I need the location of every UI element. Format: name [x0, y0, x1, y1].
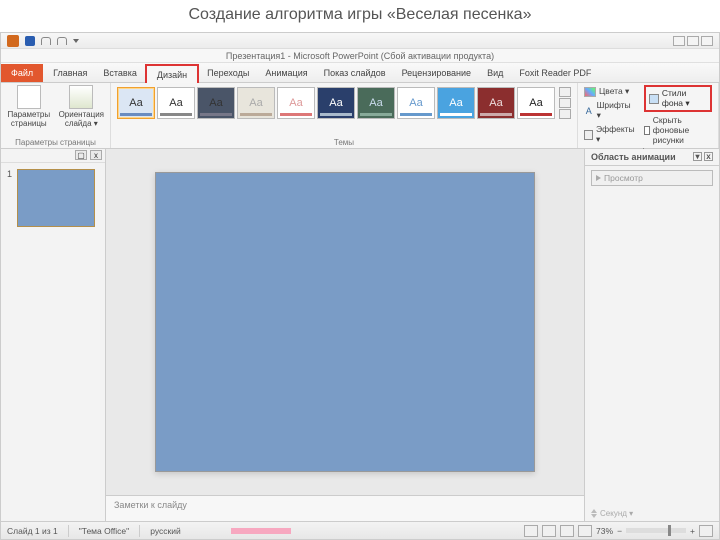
- tab-slideshow[interactable]: Показ слайдов: [316, 64, 394, 82]
- tab-review[interactable]: Рецензирование: [394, 64, 480, 82]
- tab-insert[interactable]: Вставка: [95, 64, 144, 82]
- status-theme: "Тема Office": [79, 526, 129, 536]
- colors-button[interactable]: Цвета ▾: [584, 85, 636, 98]
- ribbon-group-background: Цвета ▾ AШрифты ▾ Эффекты ▾ Стили фона ▾…: [578, 83, 719, 148]
- theme-thumb-6[interactable]: Aa: [357, 87, 395, 119]
- view-slideshow-button[interactable]: [578, 525, 592, 537]
- themes-scroll-down[interactable]: [559, 98, 571, 108]
- thumbs-tab-outline[interactable]: ▢: [75, 150, 87, 160]
- editor-area: Заметки к слайду: [106, 149, 584, 521]
- view-normal-button[interactable]: [524, 525, 538, 537]
- slide-thumbnails-pane: ▢ x 1: [1, 149, 106, 521]
- background-styles-button[interactable]: Стили фона ▾: [644, 85, 712, 112]
- view-reading-button[interactable]: [560, 525, 574, 537]
- zoom-in-button[interactable]: +: [690, 526, 695, 536]
- slide-orientation-button[interactable]: Ориентация слайда ▾: [59, 85, 104, 129]
- ribbon-tabs: Файл Главная Вставка Дизайн Переходы Ани…: [1, 63, 719, 83]
- slide-thumbnail-1[interactable]: 1: [7, 169, 99, 227]
- view-sorter-button[interactable]: [542, 525, 556, 537]
- orientation-icon: [69, 85, 93, 109]
- file-tab[interactable]: Файл: [1, 64, 43, 82]
- animation-pane-title: Область анимации: [591, 152, 676, 162]
- theme-thumb-2[interactable]: Aa: [197, 87, 235, 119]
- zoom-slider[interactable]: [626, 528, 686, 533]
- animation-preview-button[interactable]: Просмотр: [591, 170, 713, 186]
- animation-pane-dropdown[interactable]: ▾: [693, 152, 702, 161]
- slide-number: 1: [7, 169, 13, 227]
- fit-to-window-button[interactable]: [699, 525, 713, 537]
- status-slide-count: Слайд 1 из 1: [7, 526, 58, 536]
- effects-icon: [584, 130, 593, 140]
- undo-icon[interactable]: [41, 37, 51, 45]
- theme-thumb-4[interactable]: Aa: [277, 87, 315, 119]
- powerpoint-icon: [7, 35, 19, 47]
- ribbon-group-themes: AaAaAaAaAaAaAaAaAaAaAa Темы: [111, 83, 578, 148]
- theme-thumb-3[interactable]: Aa: [237, 87, 275, 119]
- group-label-themes: Темы: [117, 137, 571, 148]
- checkbox-icon: [644, 126, 650, 135]
- theme-thumb-5[interactable]: Aa: [317, 87, 355, 119]
- colors-icon: [584, 87, 596, 97]
- maximize-button[interactable]: [687, 36, 699, 46]
- ribbon: Параметры страницы Ориентация слайда ▾ П…: [1, 83, 719, 149]
- status-accent-bar: [231, 528, 291, 534]
- status-language[interactable]: русский: [150, 526, 181, 536]
- zoom-out-button[interactable]: −: [617, 526, 622, 536]
- theme-thumb-0[interactable]: Aa: [117, 87, 155, 119]
- theme-thumb-9[interactable]: Aa: [477, 87, 515, 119]
- page-setup-button[interactable]: Параметры страницы: [7, 85, 51, 129]
- tab-home[interactable]: Главная: [45, 64, 95, 82]
- page-heading: Создание алгоритма игры «Веселая песенка…: [0, 0, 720, 32]
- thumbs-close-button[interactable]: x: [90, 150, 102, 160]
- save-icon[interactable]: [25, 36, 35, 46]
- fonts-icon: A: [584, 106, 594, 116]
- tab-animation[interactable]: Анимация: [257, 64, 315, 82]
- themes-scroll-up[interactable]: [559, 87, 571, 97]
- animation-seconds[interactable]: Секунд ▾: [600, 509, 633, 518]
- zoom-percent[interactable]: 73%: [596, 526, 613, 536]
- group-label-page: Параметры страницы: [7, 137, 104, 148]
- slide-thumb-preview: [17, 169, 95, 227]
- app-window: Презентация1 - Microsoft PowerPoint (Сбо…: [0, 32, 720, 540]
- current-slide[interactable]: [155, 172, 535, 472]
- hide-bg-graphics-checkbox[interactable]: Скрыть фоновые рисунки: [644, 114, 712, 146]
- ribbon-group-page-setup: Параметры страницы Ориентация слайда ▾ П…: [1, 83, 111, 148]
- themes-scroll-more[interactable]: [559, 109, 571, 119]
- notes-pane[interactable]: Заметки к слайду: [106, 495, 584, 521]
- tab-foxit[interactable]: Foxit Reader PDF: [511, 64, 599, 82]
- theme-thumb-7[interactable]: Aa: [397, 87, 435, 119]
- tab-view[interactable]: Вид: [479, 64, 511, 82]
- redo-icon[interactable]: [57, 37, 67, 45]
- qat-dropdown-icon[interactable]: [73, 39, 79, 43]
- animation-pane-close[interactable]: x: [704, 152, 713, 161]
- quick-access-toolbar: [1, 33, 719, 49]
- status-bar: Слайд 1 из 1 "Тема Office" русский 73% −…: [1, 521, 719, 539]
- page-setup-icon: [17, 85, 41, 109]
- effects-button[interactable]: Эффекты ▾: [584, 123, 636, 146]
- minimize-button[interactable]: [673, 36, 685, 46]
- theme-thumb-8[interactable]: Aa: [437, 87, 475, 119]
- tab-transitions[interactable]: Переходы: [199, 64, 257, 82]
- theme-thumb-1[interactable]: Aa: [157, 87, 195, 119]
- slide-canvas[interactable]: [106, 149, 584, 495]
- play-icon: [596, 175, 601, 181]
- tab-design[interactable]: Дизайн: [145, 64, 199, 83]
- close-button[interactable]: [701, 36, 713, 46]
- background-styles-icon: [649, 94, 659, 104]
- fonts-button[interactable]: AШрифты ▾: [584, 99, 636, 122]
- theme-thumb-10[interactable]: Aa: [517, 87, 555, 119]
- animation-pane: Область анимации ▾x Просмотр Секунд ▾: [584, 149, 719, 521]
- work-area: ▢ x 1 Заметки к слайду Область анимации …: [1, 149, 719, 521]
- window-title: Презентация1 - Microsoft PowerPoint (Сбо…: [1, 49, 719, 63]
